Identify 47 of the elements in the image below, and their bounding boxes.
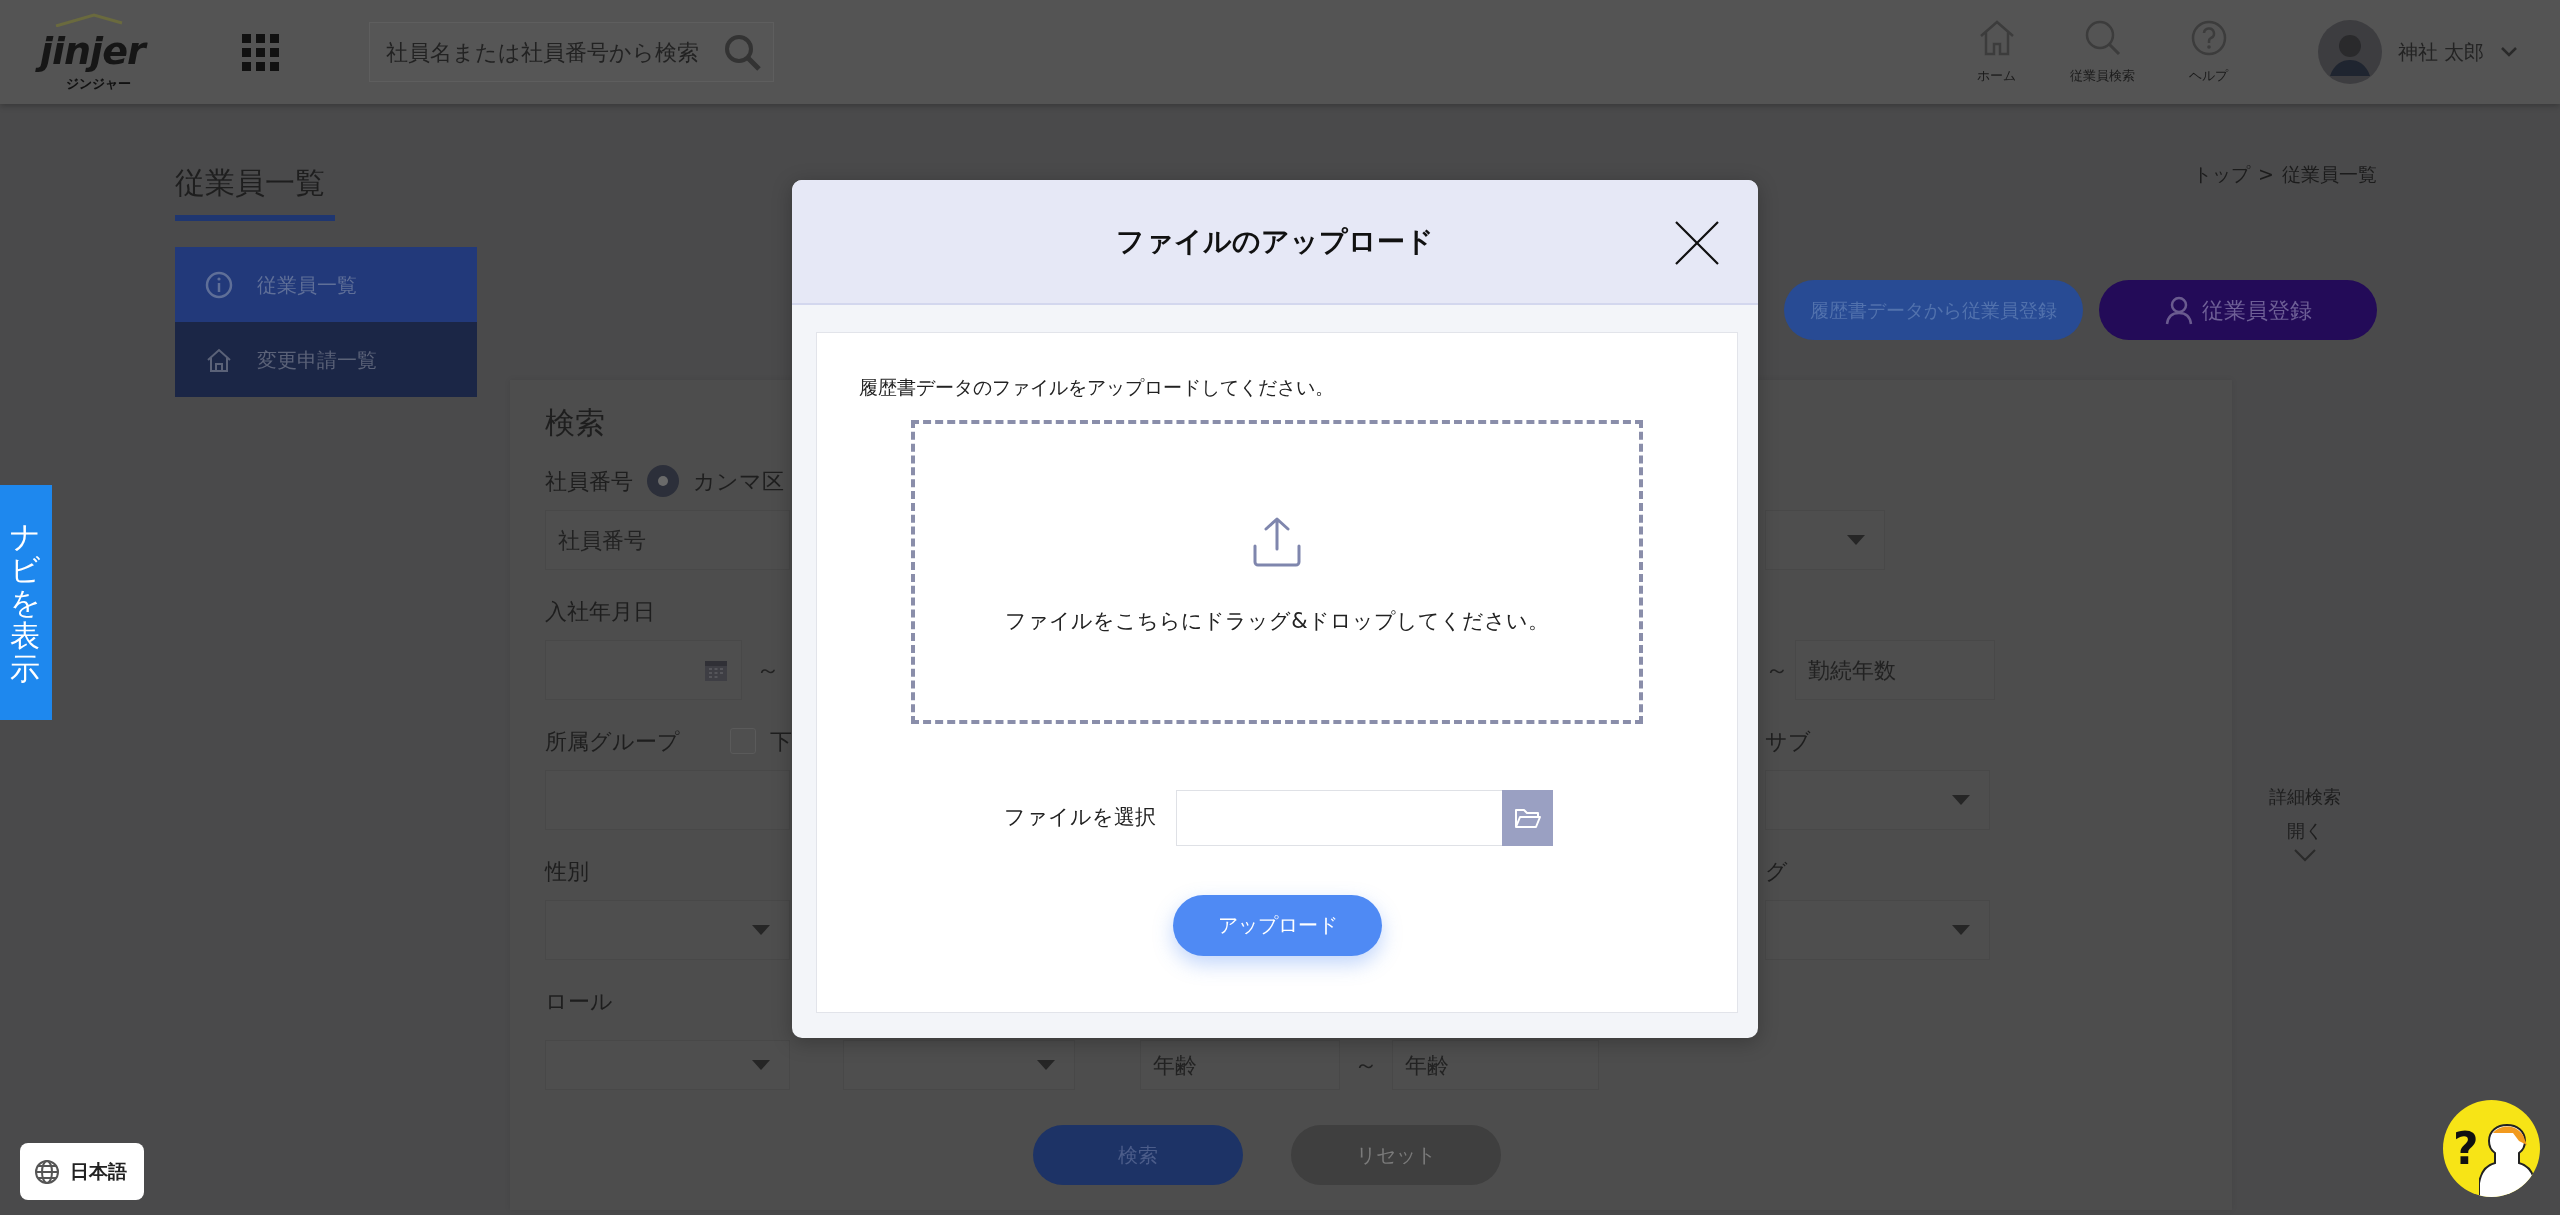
logo: jinjer (32, 26, 155, 76)
avatar-icon (2317, 20, 2382, 84)
select-field[interactable] (545, 900, 790, 960)
radio-dot-icon (658, 476, 668, 486)
range-separator: ～ (756, 655, 780, 686)
select-field[interactable] (1765, 510, 1885, 570)
field-label: ファイルを選択 (1004, 803, 1157, 831)
range-separator: ～ (1765, 655, 1789, 686)
close-button[interactable] (1674, 220, 1720, 266)
search-icon (722, 32, 762, 72)
side-menu-item[interactable]: 変更申請一覧 (175, 322, 477, 397)
select-field[interactable] (1765, 900, 1990, 960)
app-menu-button[interactable] (242, 33, 279, 71)
drop-zone[interactable]: ファイルをこちらにドラッグ&ドロップしてください。 (911, 419, 1643, 724)
caret-icon (751, 924, 771, 936)
info-icon (205, 270, 233, 299)
upload-icon (1252, 515, 1302, 568)
select-field[interactable] (1765, 770, 1990, 830)
grid-icon (242, 33, 279, 71)
caret-icon (1846, 534, 1866, 546)
dialog-title: ファイルのアップロード (1116, 223, 1434, 260)
radio-button[interactable] (647, 465, 679, 497)
globe-icon (34, 1158, 60, 1185)
side-menu-item[interactable]: 従業員一覧 (175, 247, 477, 322)
language-button[interactable]: 日本語 (20, 1143, 144, 1200)
reset-button[interactable]: リセット (1291, 1125, 1501, 1185)
dialog-description: 履歴書データのファイルをアップロードしてください。 (859, 375, 1335, 400)
help-widget-button[interactable]: ? (2443, 1100, 2540, 1197)
caret-icon (751, 1059, 771, 1071)
caret-icon (1951, 924, 1971, 936)
date-field[interactable] (545, 640, 742, 700)
caret-icon (1951, 794, 1971, 806)
chevron-icon (2500, 46, 2518, 58)
breadcrumb-separator: > (2258, 162, 2274, 187)
range-separator: ～ (1354, 1050, 1378, 1081)
show-nav-tab[interactable]: ナビを表示 (0, 485, 52, 720)
close-icon (1674, 220, 1720, 266)
select-field[interactable] (545, 1040, 790, 1090)
folder-icon (1513, 806, 1542, 829)
logo-subtitle: ジンジャー (66, 75, 131, 92)
browse-button[interactable] (1502, 789, 1553, 846)
file-path-field[interactable] (1176, 789, 1502, 846)
register-button[interactable]: 従業員登録 (2099, 280, 2377, 340)
person-icon (2164, 295, 2194, 325)
caret-icon (1036, 1059, 1056, 1071)
upload-button[interactable]: アップロード (1173, 894, 1382, 956)
select-field[interactable] (843, 1040, 1075, 1090)
